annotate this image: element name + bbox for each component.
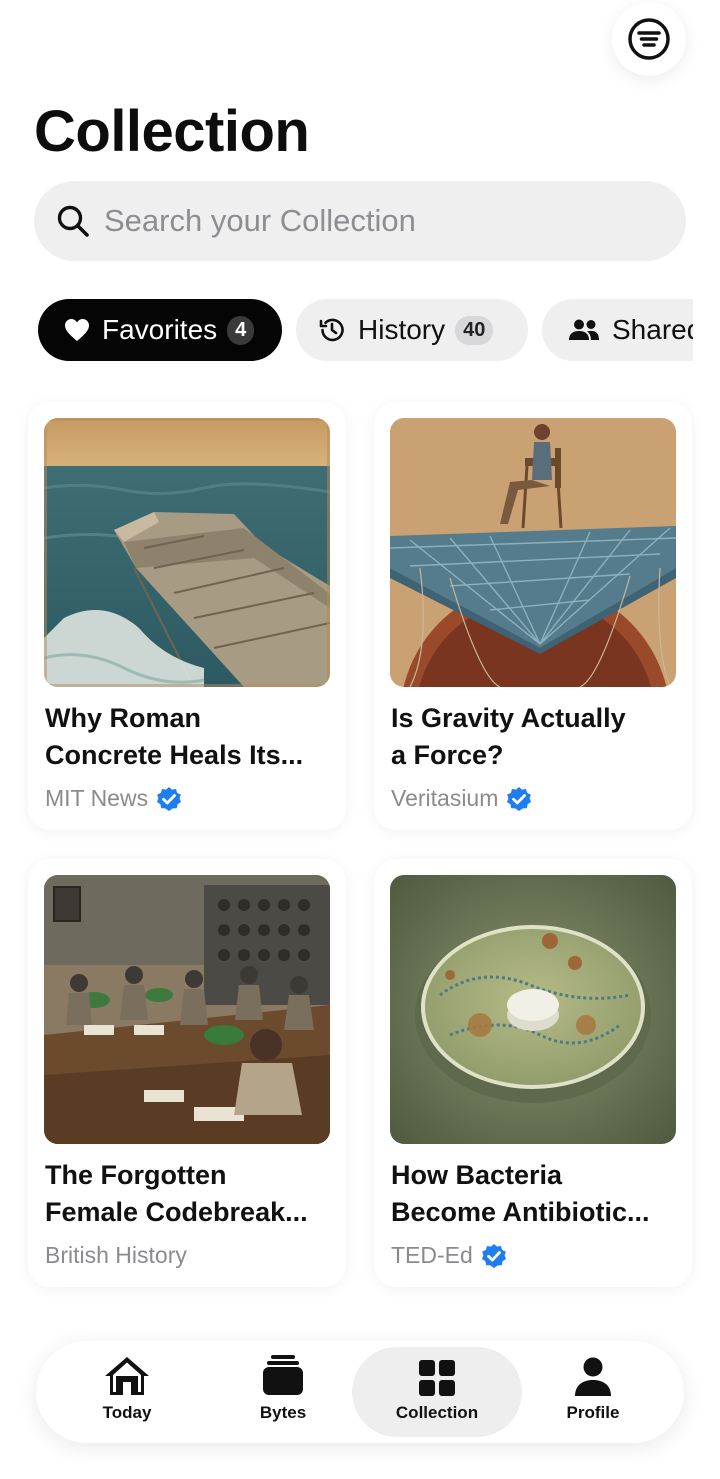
nav-item-collection[interactable]: Collection: [352, 1347, 522, 1437]
card-source-label: MIT News: [45, 785, 149, 811]
nav-label: Profile: [566, 1403, 620, 1422]
page-title: Collection: [34, 99, 310, 164]
menu-lines-icon: [628, 18, 670, 60]
card-source-label: British History: [45, 1242, 187, 1268]
nav-item-bytes[interactable]: Bytes: [208, 1347, 358, 1437]
tab-shared[interactable]: Shared: [542, 299, 693, 361]
verified-badge-icon: [507, 786, 532, 811]
tab-history-count: 40: [455, 315, 494, 345]
verified-badge-icon: [481, 1243, 506, 1268]
tab-history-label: History: [358, 314, 446, 345]
nav-label: Collection: [395, 1403, 479, 1422]
search-bar[interactable]: [34, 181, 686, 261]
roman-pier-painting: [44, 418, 330, 687]
filter-tabs: Favorites 4 History 40 Shared: [38, 299, 693, 361]
petri-dish-painting: [390, 875, 676, 1144]
stack-icon: [263, 1355, 303, 1395]
nav-label: Bytes: [259, 1403, 307, 1422]
nav-item-profile[interactable]: Profile: [518, 1347, 668, 1437]
codebreakers-room-painting: [44, 875, 330, 1144]
nav-item-today[interactable]: Today: [52, 1347, 202, 1437]
collection-card[interactable]: Is Gravity Actually a Force? Veritasium: [374, 402, 692, 830]
card-source: Veritasium: [391, 785, 532, 812]
card-source: British History: [45, 1242, 187, 1269]
verified-badge-icon: [157, 786, 182, 811]
collection-card[interactable]: Why Roman Concrete Heals Its... MIT News: [28, 402, 346, 830]
card-source-label: TED-Ed: [391, 1242, 473, 1268]
person-icon: [575, 1357, 611, 1396]
heart-icon: [65, 319, 89, 341]
search-icon: [57, 205, 89, 237]
collection-card[interactable]: How Bacteria Become Antibiotic... TED-Ed: [374, 859, 692, 1287]
card-title: Why Roman Concrete Heals Its...: [45, 703, 304, 770]
history-icon: [319, 318, 344, 342]
tab-favorites-label: Favorites: [102, 314, 218, 345]
search-input[interactable]: [104, 203, 644, 239]
card-title: How Bacteria Become Antibiotic...: [391, 1160, 650, 1227]
card-source: MIT News: [45, 785, 182, 812]
nav-label: Today: [102, 1403, 152, 1422]
card-source: TED-Ed: [391, 1242, 507, 1269]
menu-button[interactable]: [612, 2, 686, 76]
card-title: The Forgotten Female Codebreak...: [45, 1160, 308, 1227]
spacetime-grid-painting: [390, 418, 676, 687]
home-icon: [105, 1357, 149, 1395]
tab-favorites[interactable]: Favorites 4: [38, 299, 282, 361]
card-title: Is Gravity Actually a Force?: [391, 703, 626, 770]
tab-shared-label: Shared: [612, 314, 693, 345]
people-icon: [569, 319, 599, 340]
card-source-label: Veritasium: [391, 785, 499, 811]
grid-icon: [419, 1360, 455, 1396]
bottom-nav: Today Bytes Collection Profile: [36, 1341, 684, 1443]
collection-card[interactable]: The Forgotten Female Codebreak... Britis…: [28, 859, 346, 1287]
tab-history[interactable]: History 40: [296, 299, 528, 361]
tab-favorites-count: 4: [227, 315, 255, 345]
